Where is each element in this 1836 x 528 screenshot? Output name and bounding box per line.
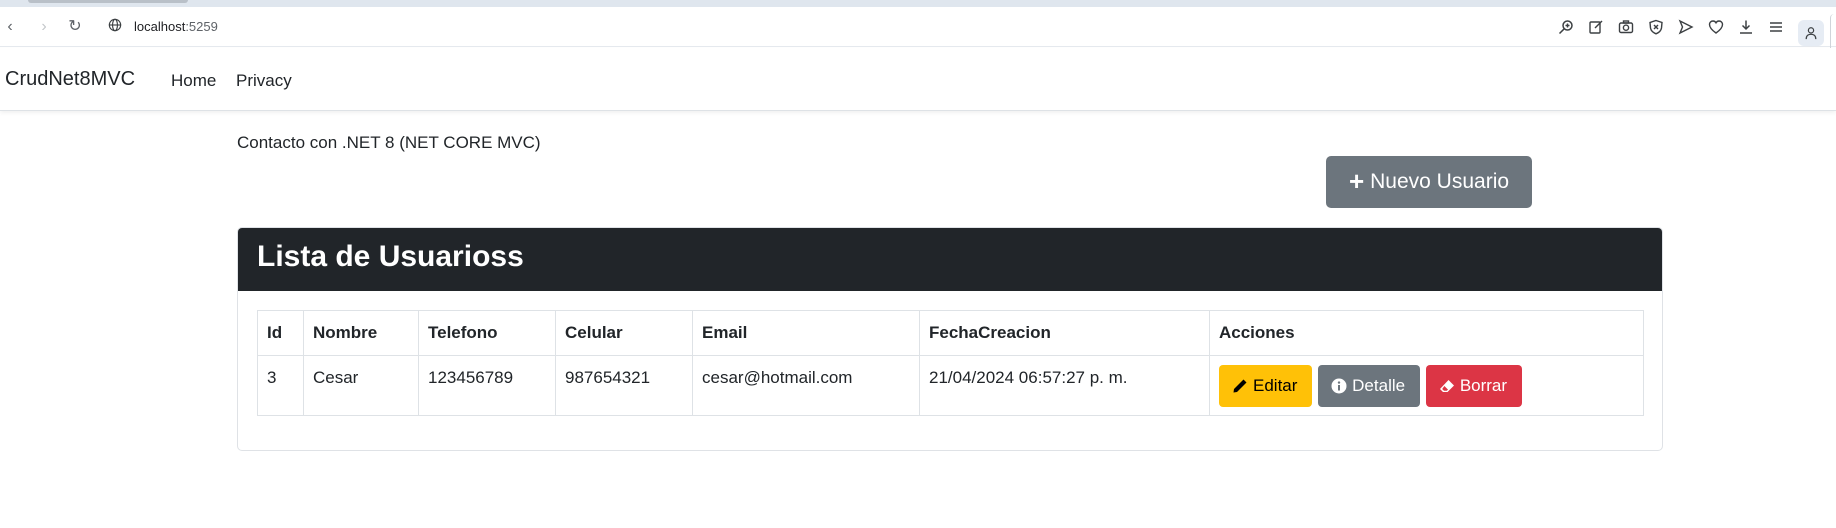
- cell-fecha-text: 21/04/2024 06:57:27 p. m.: [929, 367, 1128, 387]
- column-header-acciones: Acciones: [1209, 310, 1644, 356]
- delete-button[interactable]: Borrar: [1425, 364, 1523, 407]
- cell-id: 3: [257, 355, 304, 416]
- cell-celular: 987654321: [555, 355, 693, 416]
- eraser-icon: [1439, 379, 1454, 392]
- cell-telefono: 123456789: [418, 355, 556, 416]
- card-title: Lista de Usuarioss: [257, 240, 524, 273]
- shield-icon[interactable]: [1646, 16, 1666, 38]
- column-header-fecha: FechaCreacion: [919, 310, 1210, 356]
- url-host: localhost: [134, 19, 186, 34]
- browser-toolbar: ‹ › ↻ localhost:5259: [0, 7, 1836, 54]
- plus-icon: +: [1348, 166, 1365, 196]
- detail-button[interactable]: Detalle: [1318, 364, 1421, 407]
- profile-icon[interactable]: [1798, 20, 1824, 46]
- edit-button[interactable]: Editar: [1219, 364, 1313, 407]
- cell-celular-text: 987654321: [565, 367, 651, 387]
- heart-icon[interactable]: [1706, 16, 1726, 38]
- nav-home-link[interactable]: Home: [171, 71, 216, 91]
- cell-nombre: Cesar: [303, 355, 419, 416]
- new-user-button[interactable]: + Nuevo Usuario: [1326, 156, 1532, 208]
- delete-button-label: Borrar: [1459, 375, 1508, 395]
- cell-id-text: 3: [267, 367, 277, 387]
- reload-icon[interactable]: ↻: [65, 17, 85, 37]
- users-card: Lista de Usuarioss Id Nombre Telefono Ce…: [237, 227, 1663, 451]
- edit-button-label: Editar: [1253, 375, 1298, 395]
- cell-email-text: cesar@hotmail.com: [702, 367, 853, 387]
- detail-button-label: Detalle: [1352, 375, 1406, 395]
- send-icon[interactable]: [1676, 16, 1696, 38]
- address-bar[interactable]: localhost:5259: [134, 19, 218, 34]
- column-header-telefono: Telefono: [418, 310, 556, 356]
- edit-page-icon[interactable]: [1586, 16, 1606, 38]
- nav-privacy-link[interactable]: Privacy: [236, 71, 292, 91]
- tab-shadow: [28, 0, 188, 3]
- menu-icon[interactable]: [1766, 16, 1786, 38]
- cell-fecha: 21/04/2024 06:57:27 p. m.: [919, 355, 1210, 416]
- table-header-row: Id Nombre Telefono Celular Email FechaCr…: [257, 310, 1644, 356]
- cell-nombre-text: Cesar: [313, 367, 359, 387]
- column-header-celular: Celular: [555, 310, 693, 356]
- download-icon[interactable]: [1736, 16, 1756, 38]
- column-header-email: Email: [692, 310, 920, 356]
- url-port: :5259: [185, 19, 218, 34]
- cell-email: cesar@hotmail.com: [692, 355, 920, 416]
- screenshot-icon[interactable]: [1616, 16, 1636, 38]
- forward-icon[interactable]: ›: [34, 17, 54, 37]
- column-header-nombre: Nombre: [303, 310, 419, 356]
- table-row: 3 Cesar 123456789 987654321 cesar@hotmai…: [257, 355, 1644, 416]
- users-table: Id Nombre Telefono Celular Email FechaCr…: [257, 310, 1644, 416]
- card-header: Lista de Usuarioss: [238, 228, 1662, 291]
- column-header-id: Id: [257, 310, 304, 356]
- back-icon[interactable]: ‹: [0, 17, 20, 37]
- pencil-icon: [1233, 379, 1247, 392]
- cell-telefono-text: 123456789: [428, 367, 514, 387]
- zoom-icon[interactable]: [1556, 16, 1576, 38]
- page-subtitle: Contacto con .NET 8 (NET CORE MVC): [237, 133, 541, 152]
- site-info-icon[interactable]: [106, 18, 124, 36]
- info-icon: [1331, 378, 1347, 393]
- brand-link[interactable]: CrudNet8MVC: [5, 68, 135, 91]
- toolbar-icons: [1556, 16, 1786, 38]
- browser-tab-strip: [0, 0, 1836, 7]
- cell-acciones: Editar Detalle Borrar: [1209, 355, 1644, 416]
- app-navbar: CrudNet8MVC Home Privacy: [0, 48, 1836, 111]
- new-user-label: Nuevo Usuario: [1370, 170, 1510, 193]
